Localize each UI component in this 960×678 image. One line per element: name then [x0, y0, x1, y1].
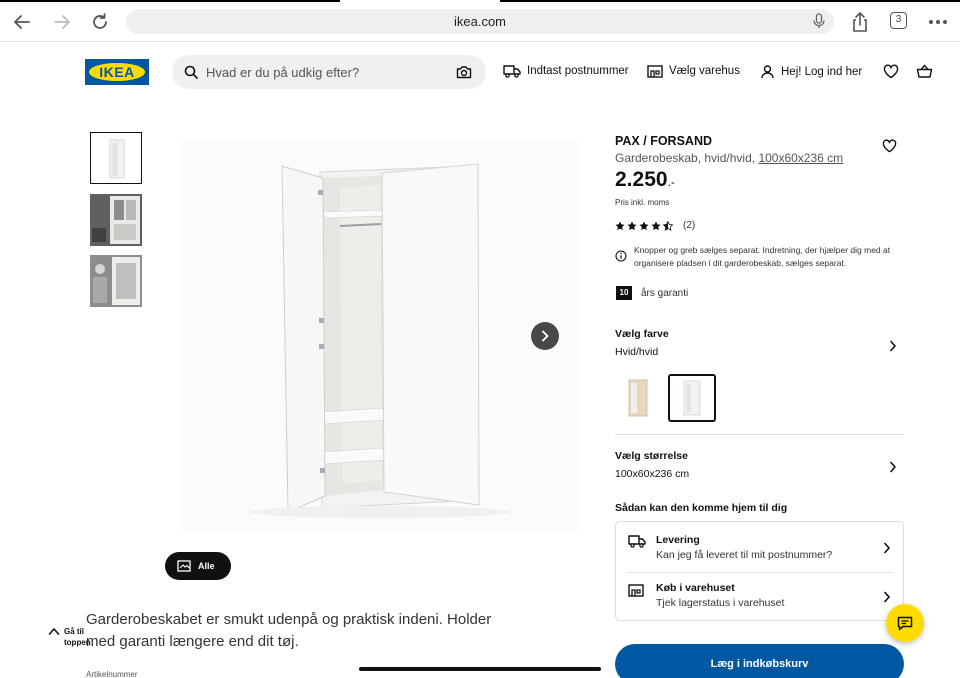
status-bar-line	[500, 0, 960, 2]
product-name: PAX / FORSAND	[615, 134, 712, 148]
product-price: 2.250.-	[615, 168, 675, 191]
thumbnail-3[interactable]	[90, 255, 142, 307]
postcode-label: Indtast postnummer	[527, 65, 629, 77]
star-icon	[615, 221, 625, 230]
ikea-logo[interactable]: IKEA	[85, 59, 149, 85]
search-input[interactable]: Hvad er du på udkig efter?	[172, 55, 486, 89]
delivery-option-store[interactable]: Køb i varehuset Tjek lagerstatus i vareh…	[616, 572, 905, 622]
chevron-right-icon	[542, 330, 549, 342]
chevron-up-icon	[48, 628, 60, 635]
back-to-top-label: Gå til toppen	[64, 627, 91, 647]
color-section-value: Hvid/hvid	[615, 346, 659, 358]
show-all-label: Alle	[198, 561, 215, 571]
login-link[interactable]: Hej! Log ind her	[760, 64, 862, 79]
thumbnail-2[interactable]	[90, 194, 142, 246]
delivery-section-title: Sådan kan den komme hjem til dig	[615, 502, 788, 514]
add-to-cart-button[interactable]: Læg i indkøbskurv	[615, 644, 904, 678]
more-menu-icon[interactable]	[926, 10, 950, 34]
product-size-link[interactable]: 100x60x236 cm	[758, 151, 843, 165]
tab-switcher-button[interactable]: 3	[890, 12, 907, 29]
size-section-title: Vælg størrelse	[615, 450, 688, 462]
product-type: Garderobeskab, hvid/hvid, 100x60x236 cm	[615, 151, 844, 165]
add-to-favorites-heart-icon[interactable]	[882, 139, 897, 158]
rating-stars[interactable]: (2)	[615, 220, 695, 231]
warranty-badge: 10	[616, 286, 632, 300]
logo-text: IKEA	[99, 64, 135, 80]
status-bar-line	[0, 0, 340, 2]
back-arrow-icon[interactable]	[10, 10, 34, 34]
store-icon	[628, 583, 644, 602]
vat-note: Pris inkl. moms	[615, 198, 670, 207]
microphone-icon[interactable]	[812, 13, 826, 34]
share-icon[interactable]	[848, 10, 872, 34]
truck-icon	[628, 534, 646, 553]
color-section-title: Vælg farve	[615, 328, 669, 340]
product-description: Garderobeskabet er smukt udenpå og prakt…	[86, 611, 492, 650]
chat-icon	[897, 616, 913, 630]
home-indicator	[359, 667, 601, 671]
delivery-option-title: Køb i varehuset	[656, 582, 735, 594]
delivery-option-subtitle: Kan jeg få leveret til mit postnummer?	[656, 549, 833, 561]
chevron-right-icon	[883, 541, 891, 559]
search-icon	[184, 65, 198, 84]
divider	[615, 434, 904, 435]
truck-icon	[503, 65, 521, 78]
camera-icon[interactable]	[456, 65, 472, 84]
url-text: ikea.com	[453, 14, 507, 29]
back-to-top-button[interactable]: Gå til toppen	[48, 626, 108, 648]
delivery-option-title: Levering	[656, 534, 700, 546]
user-icon	[761, 65, 774, 79]
delivery-option-subtitle: Tjek lagerstatus i varehuset	[656, 597, 785, 609]
star-icon	[627, 221, 637, 230]
info-icon	[615, 249, 627, 267]
favorites-heart-icon[interactable]	[883, 64, 899, 84]
reload-icon[interactable]	[88, 10, 112, 34]
color-section-chevron-right-icon[interactable]	[889, 339, 897, 357]
thumbnail-1[interactable]	[90, 132, 142, 184]
forward-arrow-icon[interactable]	[50, 10, 74, 34]
product-note: Knopper og greb sælges separat. Indretni…	[634, 245, 891, 268]
product-main-image[interactable]	[180, 140, 580, 530]
show-all-images-button[interactable]: Alle	[165, 552, 231, 580]
size-section-chevron-right-icon[interactable]	[889, 460, 897, 478]
color-swatch-white[interactable]	[668, 374, 716, 422]
star-icon	[639, 221, 649, 230]
store-icon	[647, 65, 663, 78]
cart-basket-icon[interactable]	[916, 64, 933, 84]
address-bar[interactable]: ikea.com	[126, 9, 834, 34]
star-icon	[651, 221, 661, 230]
search-placeholder: Hvad er du på udkig efter?	[206, 65, 360, 80]
warranty-label: års garanti	[641, 288, 689, 299]
next-image-button[interactable]	[531, 322, 559, 350]
login-label: Hej! Log ind her	[781, 65, 863, 78]
postcode-link[interactable]: Indtast postnummer	[503, 64, 629, 78]
review-count: (2)	[683, 220, 696, 231]
chat-button[interactable]	[886, 604, 924, 642]
article-number-label: Artikelnummer	[86, 670, 138, 678]
size-section-value: 100x60x236 cm	[615, 468, 690, 480]
delivery-options-card: Levering Kan jeg få leveret til mit post…	[615, 521, 904, 621]
store-label: Vælg varehus	[669, 65, 740, 77]
color-swatch-oak[interactable]	[615, 374, 663, 422]
store-picker-link[interactable]: Vælg varehus	[647, 64, 740, 78]
gallery-icon	[177, 560, 191, 572]
delivery-option-home[interactable]: Levering Kan jeg få leveret til mit post…	[616, 522, 905, 573]
browser-toolbar: ikea.com 3	[0, 0, 960, 42]
chevron-right-icon	[883, 590, 891, 608]
half-star-icon	[663, 220, 673, 231]
